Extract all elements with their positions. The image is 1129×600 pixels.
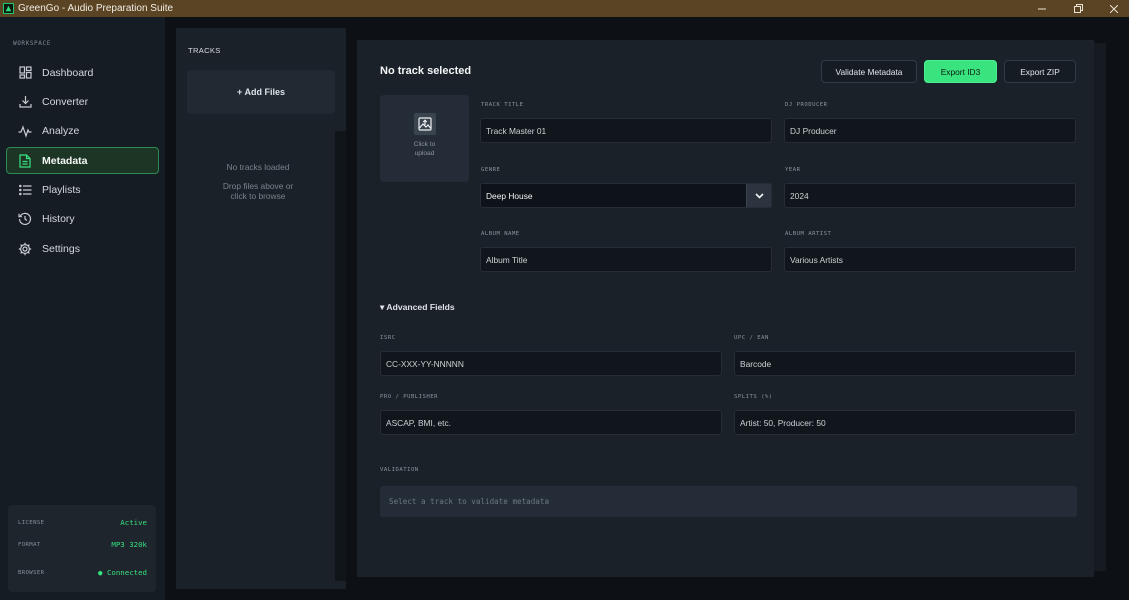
dj-producer-label: DJ PRODUCER [785,102,828,108]
sidebar-item-label: Converter [42,95,89,108]
sidebar-nav: Dashboard Converter Analyze Metadata Pla… [6,59,159,265]
document-icon [18,154,32,168]
sidebar-item-label: Dashboard [42,66,94,79]
sidebar: WORKSPACE Dashboard Converter Analyze Me… [0,17,165,600]
pro-publisher-label: PRO / PUBLISHER [380,394,439,400]
format-label: FORMAT [18,541,41,548]
upc-ean-label: UPC / EAN [734,335,769,341]
minimize-button[interactable] [1027,0,1057,17]
status-card: LICENSE Active FORMAT MP3 320k BROWSER ●… [8,505,156,592]
chevron-down-icon[interactable] [746,184,771,207]
main-scrollbar[interactable] [1094,43,1106,571]
sidebar-item-dashboard[interactable]: Dashboard [6,59,159,86]
dj-producer-input[interactable]: DJ Producer [784,118,1076,143]
sidebar-item-label: Metadata [42,154,88,167]
gear-icon [18,242,32,256]
empty-tracks-message: No tracks loaded [226,162,290,172]
license-row: LICENSE Active [18,518,147,527]
album-name-label: ALBUM NAME [481,231,520,237]
genre-select[interactable]: Deep House [480,183,772,208]
close-icon [1110,4,1118,13]
grid-icon [18,66,32,80]
validation-output: Select a track to validate metadata [380,486,1077,517]
window-controls [1027,0,1129,17]
validation-label: VALIDATION [380,467,419,473]
genre-selected-value: Deep House [486,190,533,201]
sidebar-item-label: Settings [42,242,80,255]
tracks-panel: TRACKS + Add Files No tracks loaded Drop… [176,28,346,589]
album-artist-input[interactable]: Various Artists [784,247,1076,272]
workspace-heading: WORKSPACE [13,40,51,47]
sidebar-item-converter[interactable]: Converter [6,88,159,115]
browser-status: ● Connected [98,568,147,577]
browser-row: BROWSER ● Connected [18,568,147,577]
isrc-label: ISRC [380,335,396,341]
upload-label: Click to upload [413,141,436,157]
app-logo-icon [3,3,14,14]
history-icon [18,212,32,226]
pro-publisher-input[interactable]: ASCAP, BMI, etc. [380,410,722,435]
page-title: No track selected [380,65,472,77]
sidebar-item-history[interactable]: History [6,206,159,233]
year-input[interactable]: 2024 [784,183,1076,208]
isrc-input[interactable]: CC-XXX-YY-NNNNN [380,351,722,376]
close-button[interactable] [1099,0,1129,17]
download-icon [18,95,32,109]
splits-label: SPLITS (%) [734,394,773,400]
format-value: MP3 320k [111,540,147,549]
tracks-heading: TRACKS [188,46,221,55]
album-name-input[interactable]: Album Title [480,247,772,272]
waveform-icon [18,124,32,138]
splits-input[interactable]: Artist: 50, Producer: 50 [734,410,1076,435]
export-id3-button[interactable]: Export ID3 [924,60,997,83]
export-zip-button[interactable]: Export ZIP [1004,60,1076,83]
license-status: Active [120,518,147,527]
album-artist-label: ALBUM ARTIST [785,231,832,237]
empty-tracks-hint[interactable]: Drop files above or click to browse [216,181,300,201]
validate-metadata-button[interactable]: Validate Metadata [821,60,917,83]
sidebar-item-label: History [42,213,75,226]
format-row: FORMAT MP3 320k [18,540,147,549]
restore-icon [1073,4,1083,13]
upc-ean-input[interactable]: Barcode [734,351,1076,376]
sidebar-item-analyze[interactable]: Analyze [6,118,159,145]
tracks-scrollbar[interactable] [335,131,346,581]
add-files-button[interactable]: + Add Files [187,70,335,114]
sidebar-item-playlists[interactable]: Playlists [6,177,159,204]
sidebar-item-label: Playlists [42,184,81,197]
genre-label: GENRE [481,167,501,173]
image-upload-icon [413,113,436,135]
license-label: LICENSE [18,519,45,526]
artwork-upload[interactable]: Click to upload [380,95,469,182]
list-icon [18,183,32,197]
sidebar-item-metadata[interactable]: Metadata [6,147,159,175]
year-label: YEAR [785,167,801,173]
window-title: GreenGo - Audio Preparation Suite [18,3,174,14]
maximize-button[interactable] [1063,0,1093,17]
browser-label: BROWSER [18,569,45,576]
advanced-fields-toggle[interactable]: ▾ Advanced Fields [380,302,455,313]
metadata-editor: No track selected Validate Metadata Expo… [357,40,1094,577]
track-title-label: TRACK TITLE [481,102,524,108]
minimize-icon [1038,8,1046,9]
track-title-input[interactable]: Track Master 01 [480,118,772,143]
sidebar-item-settings[interactable]: Settings [6,235,159,262]
title-bar: GreenGo - Audio Preparation Suite [0,0,1129,17]
sidebar-item-label: Analyze [42,125,80,138]
